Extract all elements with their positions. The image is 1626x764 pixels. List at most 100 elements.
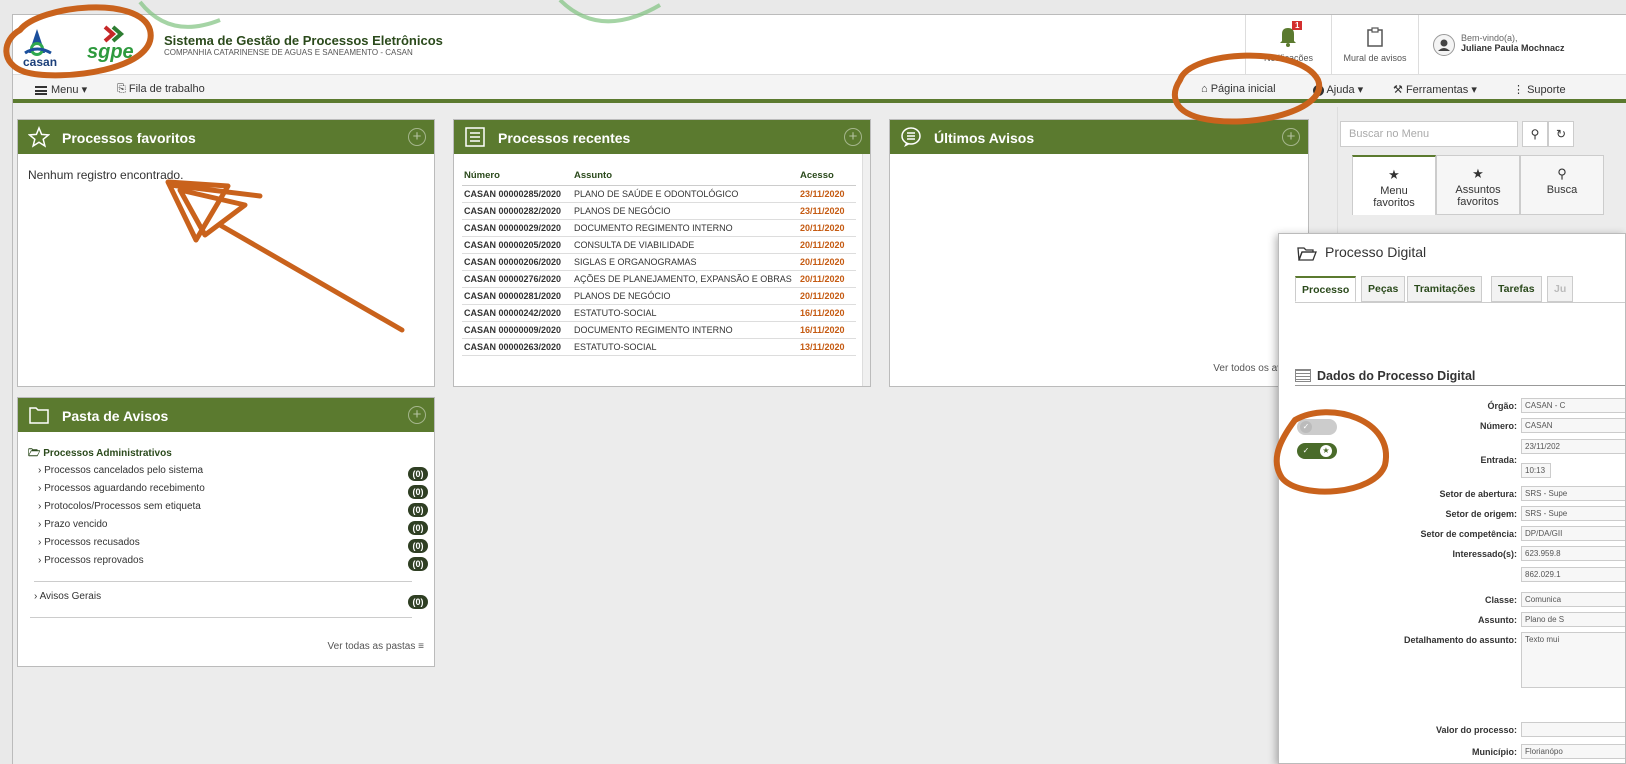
- tab-tramitacoes[interactable]: Tramitações: [1407, 276, 1483, 302]
- table-row[interactable]: CASAN 00000285/2020 PLANO DE SAÚDE E ODON…: [462, 185, 856, 203]
- ferramentas-dropdown[interactable]: ⚒ Ferramentas ▾: [1393, 83, 1477, 96]
- table-row[interactable]: CASAN 00000282/2020 PLANOS DE NEGÓCIO 23/1…: [462, 202, 856, 220]
- tab-label: favoritos: [1457, 196, 1499, 208]
- ver-todas-pastas-link[interactable]: Ver todas as pastas ≡: [328, 641, 424, 652]
- folder-processos-administrativos[interactable]: 🗁 Processos Administrativos: [28, 446, 172, 463]
- notifications-button[interactable]: 1 Notificações: [1245, 15, 1331, 75]
- col-assunto[interactable]: Assunto: [572, 166, 798, 186]
- avisos-panel: Últimos Avisos + Ver todos os avisos: [889, 119, 1309, 387]
- toggle-switch-off[interactable]: ✓: [1297, 419, 1337, 435]
- row-numero[interactable]: CASAN 00000276/2020: [462, 270, 572, 288]
- home-icon: ⌂: [1201, 83, 1208, 95]
- top-header: casan sgpe Sistema de Gestão de Processo…: [13, 15, 1626, 75]
- menu-search-input[interactable]: Buscar no Menu: [1340, 121, 1518, 147]
- tab-busca[interactable]: ⚲ Busca: [1520, 155, 1604, 215]
- tab-label: favoritos: [1373, 197, 1415, 209]
- row-acesso: 16/11/2020: [798, 304, 856, 322]
- table-row[interactable]: CASAN 00000205/2020 CONSULTA DE VIABILIDA…: [462, 236, 856, 254]
- row-numero[interactable]: CASAN 00000205/2020: [462, 236, 572, 254]
- table-row[interactable]: CASAN 00000029/2020 DOCUMENTO REGIMENTO I…: [462, 219, 856, 237]
- field-label: Interessado(s):: [1452, 549, 1517, 559]
- favoritos-header: Processos favoritos +: [18, 120, 434, 154]
- add-plus-icon[interactable]: +: [408, 128, 426, 146]
- field-value: SRS - Supe: [1521, 486, 1625, 501]
- hamburger-icon: [35, 85, 47, 95]
- add-plus-icon[interactable]: +: [1282, 128, 1300, 146]
- add-plus-icon[interactable]: +: [408, 406, 426, 424]
- star-outline-icon: [28, 126, 50, 148]
- avisos-header: Últimos Avisos +: [890, 120, 1308, 154]
- field-label: Município:: [1472, 747, 1517, 757]
- add-plus-icon[interactable]: +: [844, 128, 862, 146]
- row-numero[interactable]: CASAN 00000263/2020: [462, 338, 572, 356]
- menu-dropdown[interactable]: Menu ▾: [35, 83, 87, 96]
- row-numero[interactable]: CASAN 00000285/2020: [462, 185, 572, 203]
- row-acesso: 20/11/2020: [798, 219, 856, 237]
- table-row[interactable]: CASAN 00000009/2020 DOCUMENTO REGIMENTO I…: [462, 321, 856, 339]
- divider: [34, 581, 412, 582]
- check-icon: ✓: [1302, 446, 1310, 455]
- ajuda-dropdown[interactable]: ? Ajuda ▾: [1313, 83, 1363, 96]
- tab-menu-favoritos[interactable]: ★ Menu favoritos: [1352, 155, 1436, 215]
- table-row[interactable]: CASAN 00000206/2020 SIGLAS E ORGANOGRAMAS…: [462, 253, 856, 271]
- star-icon: ★: [1320, 445, 1332, 457]
- field-value: CASAN - C: [1521, 398, 1625, 413]
- row-numero[interactable]: CASAN 00000206/2020: [462, 253, 572, 271]
- tab-pecas[interactable]: Peças: [1361, 276, 1406, 302]
- row-numero[interactable]: CASAN 00000281/2020: [462, 287, 572, 305]
- folder-item[interactable]: › Protocolos/Processos sem etiqueta: [38, 501, 201, 512]
- field-value: Comunica: [1521, 592, 1625, 607]
- table-row[interactable]: CASAN 00000281/2020 PLANOS DE NEGÓCIO 20/1…: [462, 287, 856, 305]
- folder-item[interactable]: › Processos cancelados pelo sistema: [38, 465, 203, 476]
- table-row[interactable]: CASAN 00000276/2020 AÇÕES DE PLANEJAMENTO…: [462, 270, 856, 288]
- fila-trabalho-link[interactable]: ⎘ Fila de trabalho: [117, 83, 205, 96]
- row-numero[interactable]: CASAN 00000009/2020: [462, 321, 572, 339]
- avisos-title: Últimos Avisos: [934, 130, 1035, 146]
- star-icon: ★: [1388, 167, 1400, 182]
- fila-label: Fila de trabalho: [128, 83, 205, 95]
- check-icon: ✓: [1300, 421, 1312, 433]
- refresh-icon: ↻: [1555, 127, 1567, 141]
- tab-assuntos-favoritos[interactable]: ★ Assuntos favoritos: [1436, 155, 1520, 215]
- sgpe-logo[interactable]: sgpe: [85, 25, 145, 69]
- folder-item-label: Processos recusados: [44, 537, 140, 548]
- tab-juntadas[interactable]: Ju: [1547, 276, 1574, 302]
- caret-down-icon: ▾: [81, 84, 88, 96]
- casan-logo-text: casan: [23, 55, 58, 69]
- refresh-button[interactable]: ↻: [1548, 121, 1574, 147]
- user-welcome[interactable]: Bem-vindo(a), Juliane Paula Mochnacz: [1418, 15, 1626, 75]
- count-badge: (0): [408, 557, 428, 571]
- tab-processo[interactable]: Processo: [1295, 276, 1357, 302]
- col-acesso[interactable]: Acesso: [798, 166, 856, 186]
- field-label: Classe:: [1484, 595, 1517, 605]
- field-label: Setor de origem:: [1445, 509, 1517, 519]
- ajuda-label: Ajuda: [1326, 84, 1355, 96]
- folder-item[interactable]: › Prazo vencido: [38, 519, 107, 530]
- table-row[interactable]: CASAN 00000242/2020 ESTATUTO-SOCIAL 16/11/…: [462, 304, 856, 322]
- pasta-header: Pasta de Avisos +: [18, 398, 434, 432]
- toggle-favorite-on[interactable]: ✓ ★: [1297, 443, 1337, 459]
- recentes-scrollbar[interactable]: [862, 154, 870, 386]
- welcome-label: Bem-vindo(a),: [1461, 33, 1518, 43]
- folder-item[interactable]: › Processos reprovados: [38, 555, 144, 566]
- field-label: Setor de competência:: [1420, 529, 1517, 539]
- row-numero[interactable]: CASAN 00000282/2020: [462, 202, 572, 220]
- table-row[interactable]: CASAN 00000263/2020 ESTATUTO-SOCIAL 13/11/…: [462, 338, 856, 356]
- row-numero[interactable]: CASAN 00000029/2020: [462, 219, 572, 237]
- folder-item-avisos-gerais[interactable]: › Avisos Gerais: [34, 591, 101, 602]
- folder-item[interactable]: › Processos aguardando recebimento: [38, 483, 205, 494]
- pagina-inicial-link[interactable]: ⌂ Página inicial: [1201, 83, 1276, 95]
- casan-logo[interactable]: casan: [19, 23, 69, 69]
- tab-label: Assuntos: [1455, 184, 1501, 196]
- table-header-row: Número Assunto Acesso: [462, 166, 856, 186]
- col-numero[interactable]: Número: [462, 166, 572, 186]
- list-icon: [1295, 369, 1311, 382]
- row-numero[interactable]: CASAN 00000242/2020: [462, 304, 572, 322]
- row-acesso: 20/11/2020: [798, 236, 856, 254]
- mural-avisos-button[interactable]: Mural de avisos: [1331, 15, 1418, 75]
- folder-item[interactable]: › Processos recusados: [38, 537, 140, 548]
- suporte-dropdown[interactable]: ⋮ Suporte: [1513, 83, 1566, 96]
- menu-bar: Menu ▾ ⎘ Fila de trabalho ⌂ Página inici…: [13, 75, 1626, 103]
- search-button[interactable]: ⚲: [1522, 121, 1548, 147]
- tab-tarefas[interactable]: Tarefas: [1491, 276, 1542, 302]
